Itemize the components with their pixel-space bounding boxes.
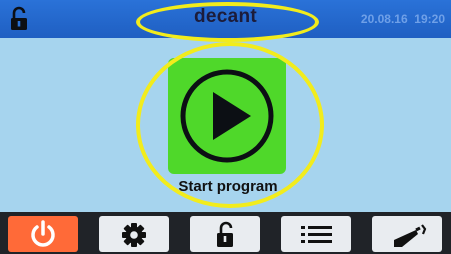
play-icon	[180, 69, 274, 163]
decant-button[interactable]	[372, 216, 442, 252]
list-icon	[301, 226, 332, 243]
program-list-button[interactable]	[281, 216, 351, 252]
main-area: Start program	[0, 38, 451, 212]
start-program-button[interactable]	[168, 58, 286, 174]
date-time: 20.08.16 19:20	[360, 12, 445, 26]
header-bar: decant 20.08.16 19:20	[0, 0, 451, 38]
power-button[interactable]	[8, 216, 78, 252]
lock-button[interactable]	[190, 216, 260, 252]
start-program-label: Start program	[178, 178, 278, 195]
gear-icon	[122, 223, 146, 247]
power-icon	[31, 220, 55, 247]
settings-button[interactable]	[99, 216, 169, 252]
bottom-toolbar	[0, 212, 451, 254]
decant-bottle-icon	[394, 224, 427, 247]
padlock-open-icon	[217, 221, 233, 247]
